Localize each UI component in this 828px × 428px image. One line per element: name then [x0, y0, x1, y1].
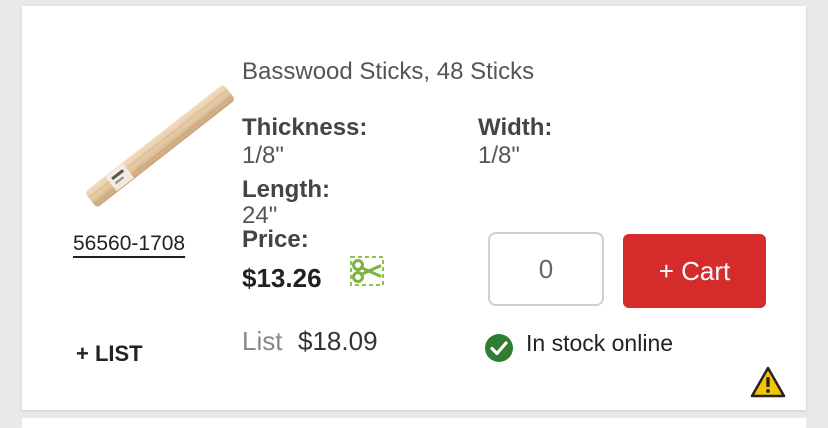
- list-price-label: List: [242, 326, 283, 356]
- sku-link[interactable]: 56560-1708: [73, 232, 185, 256]
- warning-icon[interactable]: [750, 366, 786, 398]
- width-value: 1/8": [478, 142, 520, 169]
- length-label: Length:: [242, 176, 330, 203]
- product-title[interactable]: Basswood Sticks, 48 Sticks: [242, 58, 534, 86]
- check-circle-icon: [484, 333, 514, 363]
- thickness-label: Thickness:: [242, 114, 368, 141]
- quantity-input[interactable]: [488, 232, 604, 306]
- add-to-list-button[interactable]: + LIST: [76, 341, 143, 367]
- next-card-edge: [22, 418, 806, 428]
- add-to-cart-button[interactable]: + Cart: [623, 234, 766, 308]
- product-image[interactable]: [82, 84, 238, 208]
- price-label: Price:: [242, 226, 309, 253]
- scissors-coupon-icon[interactable]: [350, 256, 384, 286]
- width-label: Width:: [478, 114, 553, 141]
- thickness-value: 1/8": [242, 142, 284, 169]
- stock-status: In stock online: [526, 330, 674, 356]
- list-price-value: $18.09: [298, 326, 378, 356]
- price-value: $13.26: [242, 263, 322, 293]
